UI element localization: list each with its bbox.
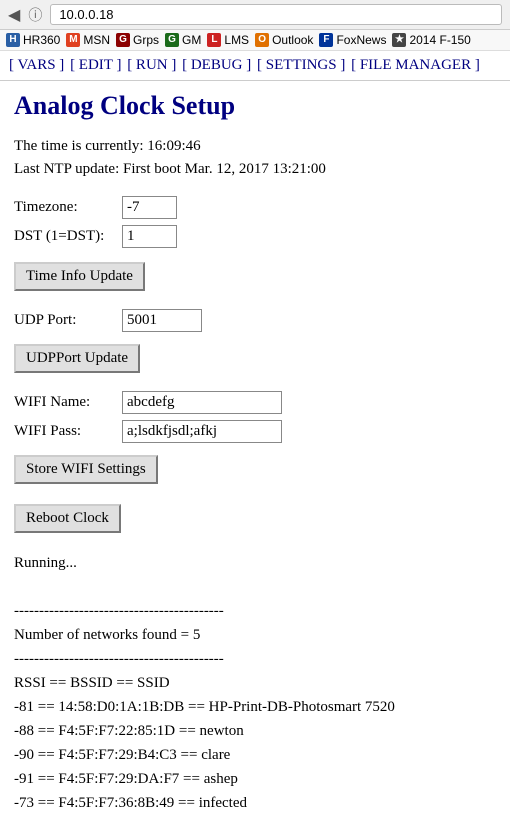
dst-row: DST (1=DST): xyxy=(14,225,496,248)
wifi-pass-input[interactable] xyxy=(122,420,282,443)
bookmark-hr360-icon: H xyxy=(6,33,20,47)
wifi-name-input[interactable] xyxy=(122,391,282,414)
bookmark-f150-label: 2014 F-150 xyxy=(409,33,470,47)
reboot-button[interactable]: Reboot Clock xyxy=(14,504,121,533)
wifi-section: WIFI Name: WIFI Pass: xyxy=(14,391,496,443)
nav-debug[interactable]: [ DEBUG ] xyxy=(182,57,251,73)
bookmark-outlook-label: Outlook xyxy=(272,33,313,47)
wifi-pass-row: WIFI Pass: xyxy=(14,420,496,443)
bookmark-msn-icon: M xyxy=(66,33,80,47)
udp-port-row: UDP Port: xyxy=(14,309,496,332)
main-content: Analog Clock Setup The time is currently… xyxy=(0,81,510,825)
page-title: Analog Clock Setup xyxy=(14,91,496,121)
bookmark-foxnews-icon: F xyxy=(319,33,333,47)
time-info: The time is currently: 16:09:46 Last NTP… xyxy=(14,135,496,180)
bookmark-gm-label: GM xyxy=(182,33,201,47)
wifi-name-row: WIFI Name: xyxy=(14,391,496,414)
current-time: The time is currently: 16:09:46 xyxy=(14,135,496,158)
bookmark-foxnews[interactable]: F FoxNews xyxy=(319,33,386,47)
timezone-label: Timezone: xyxy=(14,199,114,216)
bookmarks-bar: H HR360 M MSN G Grps G GM L LMS O Outloo… xyxy=(0,30,510,51)
ntp-info: Last NTP update: First boot Mar. 12, 201… xyxy=(14,158,496,181)
nav-edit[interactable]: [ EDIT ] xyxy=(70,57,121,73)
wifi-pass-label: WIFI Pass: xyxy=(14,423,114,440)
udp-port-label: UDP Port: xyxy=(14,312,114,329)
dst-label: DST (1=DST): xyxy=(14,228,114,245)
dst-input[interactable] xyxy=(122,225,177,248)
store-wifi-button[interactable]: Store WIFI Settings xyxy=(14,455,158,484)
bookmark-gm[interactable]: G GM xyxy=(165,33,201,47)
info-icon: ⓘ xyxy=(28,5,42,25)
bookmark-hr360[interactable]: H HR360 xyxy=(6,33,60,47)
time-update-button[interactable]: Time Info Update xyxy=(14,262,145,291)
output-area: Running... -----------------------------… xyxy=(14,551,496,815)
timezone-row: Timezone: xyxy=(14,196,496,219)
url-bar[interactable]: 10.0.0.18 xyxy=(50,4,502,25)
bookmark-grps-label: Grps xyxy=(133,33,159,47)
nav-file-manager[interactable]: [ FILE MANAGER ] xyxy=(351,57,480,73)
bookmark-hr360-label: HR360 xyxy=(23,33,60,47)
udp-section: UDP Port: xyxy=(14,309,496,332)
nav-bar: [ VARS ] [ EDIT ] [ RUN ] [ DEBUG ] [ SE… xyxy=(0,51,510,81)
udp-update-button[interactable]: UDPPort Update xyxy=(14,344,140,373)
bookmark-foxnews-label: FoxNews xyxy=(336,33,386,47)
nav-run[interactable]: [ RUN ] xyxy=(127,57,176,73)
back-button[interactable]: ◀ xyxy=(8,5,20,25)
timezone-input[interactable] xyxy=(122,196,177,219)
udp-port-input[interactable] xyxy=(122,309,202,332)
bookmark-grps-icon: G xyxy=(116,33,130,47)
bookmark-lms[interactable]: L LMS xyxy=(207,33,249,47)
bookmark-msn[interactable]: M MSN xyxy=(66,33,110,47)
bookmark-lms-icon: L xyxy=(207,33,221,47)
reboot-section: Reboot Clock xyxy=(14,500,496,543)
timezone-section: Timezone: DST (1=DST): xyxy=(14,196,496,248)
bookmark-f150-icon: ★ xyxy=(392,33,406,47)
bookmark-outlook-icon: O xyxy=(255,33,269,47)
nav-settings[interactable]: [ SETTINGS ] xyxy=(257,57,345,73)
bookmark-msn-label: MSN xyxy=(83,33,110,47)
bookmark-gm-icon: G xyxy=(165,33,179,47)
wifi-name-label: WIFI Name: xyxy=(14,394,114,411)
nav-vars[interactable]: [ VARS ] xyxy=(9,57,64,73)
bookmark-f150[interactable]: ★ 2014 F-150 xyxy=(392,33,470,47)
bookmark-grps[interactable]: G Grps xyxy=(116,33,159,47)
bookmark-outlook[interactable]: O Outlook xyxy=(255,33,313,47)
bookmark-lms-label: LMS xyxy=(224,33,249,47)
browser-bar: ◀ ⓘ 10.0.0.18 xyxy=(0,0,510,30)
